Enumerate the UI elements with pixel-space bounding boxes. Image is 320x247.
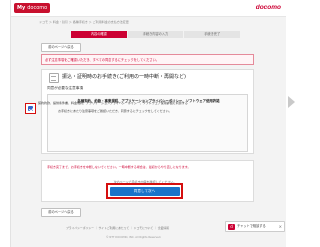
footer-links[interactable]: プライバシーポリシー ｜ サイトご利用にあたって ｜ ドコモについて ｜ 企業情… bbox=[66, 226, 236, 230]
terms-description: お手続きにあたり注意事項をご確認いただき、同意するにチェックをしてください。 bbox=[58, 109, 172, 113]
site-header: My docomo docomo bbox=[11, 0, 286, 17]
chat-label[interactable]: チャットで相談する bbox=[237, 222, 266, 231]
agree-checkbox-highlight[interactable] bbox=[25, 103, 36, 114]
agree-label[interactable]: 契約約款、提供条件書、料金規約、アプリケーションプライバシーポリシー、ソフトウェ… bbox=[38, 101, 188, 105]
service-card: 振込・証明時のお手続き(ご利用の一時中断・再開など) 同意が必要な注意事項 各種… bbox=[41, 69, 254, 154]
alert-message: 必ず注意事項をご確認いただき、すべての同意するにチェックをしてください。 bbox=[41, 54, 254, 65]
notice-card: 手続き完了まで、お手続きを中断しないでください。一時中断する場合は、最初からやり… bbox=[41, 160, 254, 202]
chat-badge-icon: d bbox=[228, 224, 235, 230]
chat-support-widget[interactable]: d チャットで相談する × bbox=[225, 221, 285, 232]
service-title: 振込・証明時のお手続き(ご利用の一時中断・再開など) bbox=[62, 74, 186, 80]
step-1: 内容の確認 bbox=[71, 31, 127, 38]
close-icon[interactable]: × bbox=[279, 222, 282, 231]
progress-steps: 内容の確認 手続き内容の入力 手続き完了 bbox=[71, 31, 241, 38]
copyright: © NTT DOCOMO, INC. All Rights Reserved. bbox=[106, 236, 162, 239]
next-button-highlight[interactable]: 同意して次へ bbox=[106, 183, 183, 199]
back-button-top[interactable]: 前のページへ戻る bbox=[41, 43, 81, 52]
back-button-bottom[interactable]: 前のページへ戻る bbox=[41, 208, 81, 217]
main-frame: My docomo docomo ドコモ ＞ 料金・割引 ＞ 各種手続き ＞ ご利… bbox=[10, 0, 286, 247]
mydocomo-logo[interactable]: My docomo bbox=[14, 3, 51, 13]
logo-prefix: My bbox=[17, 5, 26, 11]
terms-heading: 同意が必要な注意事項 bbox=[47, 86, 83, 90]
page: My docomo docomo ドコモ ＞ 料金・割引 ＞ 各種手続き ＞ ご利… bbox=[0, 0, 307, 247]
agree-next-button[interactable]: 同意して次へ bbox=[109, 186, 180, 196]
docomo-brand[interactable]: docomo bbox=[256, 4, 281, 11]
agree-checkbox[interactable] bbox=[28, 106, 33, 111]
step-2: 手続き内容の入力 bbox=[127, 31, 184, 38]
logo-text: docomo bbox=[27, 5, 48, 11]
breadcrumb[interactable]: ドコモ ＞ 料金・割引 ＞ 各種手続き ＞ ご利用料金の支払方法変更 bbox=[39, 20, 249, 24]
step-3: 手続き完了 bbox=[184, 31, 241, 38]
notice-warning: 手続き完了まで、お手続きを中断しないでください。一時中断する場合は、最初からやり… bbox=[47, 165, 191, 169]
service-icon bbox=[49, 73, 59, 83]
next-slide-arrow-icon[interactable] bbox=[288, 96, 295, 108]
